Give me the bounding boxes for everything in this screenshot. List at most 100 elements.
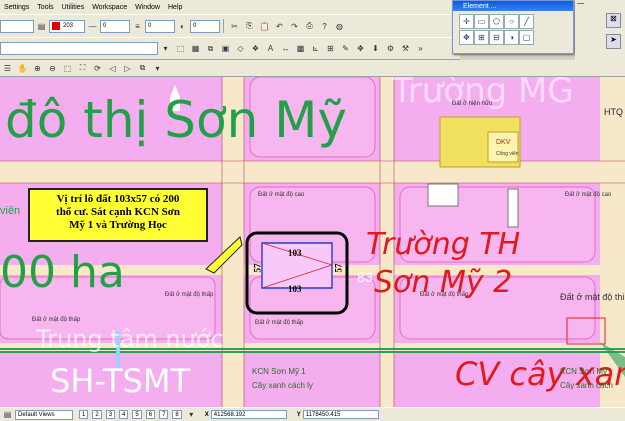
menu-tools[interactable]: Tools xyxy=(33,4,57,11)
paste-icon[interactable]: 📋 xyxy=(258,20,271,33)
parcel-dim-right: 57 xyxy=(333,263,344,273)
pan-icon[interactable]: ✋ xyxy=(16,62,29,75)
x-coordinate-field[interactable]: 412568.192 xyxy=(210,410,287,419)
help-icon[interactable]: ? xyxy=(318,20,331,33)
subtract-select-icon[interactable]: ⊟ xyxy=(489,30,504,45)
transparency-icon[interactable]: ◐ xyxy=(176,20,189,33)
active-level-combo[interactable] xyxy=(0,19,34,33)
line-select-icon[interactable]: ╱ xyxy=(519,14,534,29)
label-dat-o-mat-do-thap-2: Đất ở mật độ thấp xyxy=(32,317,81,323)
undo-icon[interactable]: ↶ xyxy=(273,20,286,33)
zoom-in-icon[interactable]: ⊕ xyxy=(31,62,44,75)
display-style-icon[interactable]: ▾ xyxy=(151,62,164,75)
modify-icon[interactable]: ✎ xyxy=(339,42,352,55)
menu-window[interactable]: Window xyxy=(131,4,164,11)
label-83: 83 xyxy=(357,269,373,285)
transparency-combo[interactable]: 0 xyxy=(190,19,220,33)
pointer-tool-icon[interactable]: ➤ xyxy=(606,34,621,49)
model-icon[interactable]: ◇ xyxy=(234,42,247,55)
callout-line-1: Vị trí lô đất 103x57 có 200 xyxy=(56,193,180,205)
add-select-icon[interactable]: ⊞ xyxy=(474,30,489,45)
attributes-toolbar: ▤ 203 ― 0 ≡ 0 ◐ 0 ✂ ⎘ 📋 ↶ ↷ ⎙ ? ◍ xyxy=(0,14,460,38)
circle-select-icon[interactable]: ○ xyxy=(504,14,519,29)
view-tab-3[interactable]: 3 xyxy=(105,410,116,419)
minimize-icon[interactable]: — xyxy=(577,0,589,10)
shape-select-icon[interactable]: ⬠ xyxy=(489,14,504,29)
dimension-icon[interactable]: ↔ xyxy=(279,42,292,55)
view-tab-1[interactable]: 1 xyxy=(79,410,89,419)
menu-help[interactable]: Help xyxy=(164,4,186,11)
drop-icon[interactable]: ⬇ xyxy=(369,42,382,55)
element-panel-title: Element ... xyxy=(453,1,573,11)
fence-icon[interactable]: ▦ xyxy=(189,42,202,55)
view-attributes-icon[interactable]: ☰ xyxy=(1,62,14,75)
label-kcn-1: KCN Sơn Mỹ 1 xyxy=(252,367,306,376)
move-select-icon[interactable]: ✥ xyxy=(459,30,474,45)
menu-workspace[interactable]: Workspace xyxy=(88,4,131,11)
rectangle-select-icon[interactable]: ▭ xyxy=(474,14,489,29)
measure-icon[interactable]: ⊾ xyxy=(309,42,322,55)
pattern-icon[interactable]: ▩ xyxy=(294,42,307,55)
view-tab-5[interactable]: 5 xyxy=(132,410,142,419)
side-tool-panel: — ⊠ ➤ xyxy=(575,0,625,60)
view-controls-toolbar: ☰ ✋ ⊕ ⊖ ⬚ ⛶ ⟳ ◁ ▷ ⧉ ▾ xyxy=(0,60,625,77)
view-tab-4[interactable]: 4 xyxy=(119,410,129,419)
level-manager-icon[interactable]: ▤ xyxy=(35,20,48,33)
element-info-icon[interactable]: ⊠ xyxy=(606,13,621,28)
pointer-icon[interactable]: ✛ xyxy=(459,14,474,29)
settings-icon[interactable]: ⚙ xyxy=(384,42,397,55)
parcel-callout: Vị trí lô đất 103x57 có 200 thổ cư. Sát … xyxy=(28,188,208,242)
tools-icon[interactable]: ⚒ xyxy=(399,42,412,55)
copy-icon[interactable]: ⎘ xyxy=(243,20,256,33)
parcel-dim-top: 103 xyxy=(288,248,302,258)
fit-view-icon[interactable]: ⛶ xyxy=(76,62,89,75)
view-tab-8[interactable]: 8 xyxy=(172,410,182,419)
label-dkv: DKV xyxy=(496,139,511,146)
line-style-icon[interactable]: ― xyxy=(86,20,99,33)
view-next-icon[interactable]: ▷ xyxy=(121,62,134,75)
label-dat-o-hien-huu: Đất ở hiện hữu xyxy=(452,101,493,107)
copy-view-icon[interactable]: ⧉ xyxy=(136,62,149,75)
cad-drawing-canvas[interactable]: đô thị Sơn Mỹ 00 ha Trung tâm nước SH-TS… xyxy=(0,77,625,407)
globe-icon[interactable]: ◍ xyxy=(333,20,346,33)
manipulate-icon[interactable]: ✥ xyxy=(354,42,367,55)
view-tab-6[interactable]: 6 xyxy=(145,410,156,419)
separator xyxy=(223,19,224,33)
view-tab-7[interactable]: 7 xyxy=(159,410,169,419)
line-weight-combo[interactable]: 0 xyxy=(145,19,175,33)
view-groups-combo[interactable]: Default Views xyxy=(15,409,73,420)
menu-utilities[interactable]: Utilities xyxy=(58,4,89,11)
view-tabs: 1 2 3 4 5 6 7 8 xyxy=(77,410,184,419)
invert-select-icon[interactable]: ◑ xyxy=(504,30,519,45)
text-icon[interactable]: A xyxy=(264,42,277,55)
group-icon[interactable]: ⊞ xyxy=(324,42,337,55)
clear-select-icon[interactable]: ▢ xyxy=(519,30,534,45)
raster-icon[interactable]: ▣ xyxy=(219,42,232,55)
view-tab-2[interactable]: 2 xyxy=(92,410,102,419)
y-coordinate-field[interactable]: 1178450.415 xyxy=(302,410,379,419)
view-groups-icon[interactable]: ▤ xyxy=(1,408,14,421)
label-dat-o-mat-do-thap-1: Đất ở mật độ thấp xyxy=(165,292,214,298)
label-kcn-2: KCN Sơn Mỹ xyxy=(560,367,608,376)
color-combo[interactable]: 203 xyxy=(49,19,85,33)
view-tab-menu-icon[interactable]: ▾ xyxy=(185,408,198,421)
line-weight-icon[interactable]: ≡ xyxy=(131,20,144,33)
cell-icon[interactable]: ❖ xyxy=(249,42,262,55)
print-icon[interactable]: ⎙ xyxy=(303,20,316,33)
more-icon[interactable]: » xyxy=(414,42,427,55)
template-combo[interactable] xyxy=(0,42,158,55)
rotate-view-icon[interactable]: ⟳ xyxy=(91,62,104,75)
cut-icon[interactable]: ✂ xyxy=(228,20,241,33)
line-style-combo[interactable]: 0 xyxy=(100,19,130,33)
redo-icon[interactable]: ↷ xyxy=(288,20,301,33)
view-previous-icon[interactable]: ◁ xyxy=(106,62,119,75)
window-area-icon[interactable]: ⬚ xyxy=(61,62,74,75)
select-icon[interactable]: ⬚ xyxy=(174,42,187,55)
dropdown-icon[interactable]: ▾ xyxy=(159,42,172,55)
label-dat-o-mat-do-thap-4: Đất ở mật độ thấp xyxy=(420,292,469,298)
menu-settings[interactable]: Settings xyxy=(0,4,33,11)
reference-icon[interactable]: ⧉ xyxy=(204,42,217,55)
y-label: Y xyxy=(296,411,301,418)
zoom-out-icon[interactable]: ⊖ xyxy=(46,62,59,75)
label-cay-xanh-2: Cây xanh cách xyxy=(560,381,613,390)
